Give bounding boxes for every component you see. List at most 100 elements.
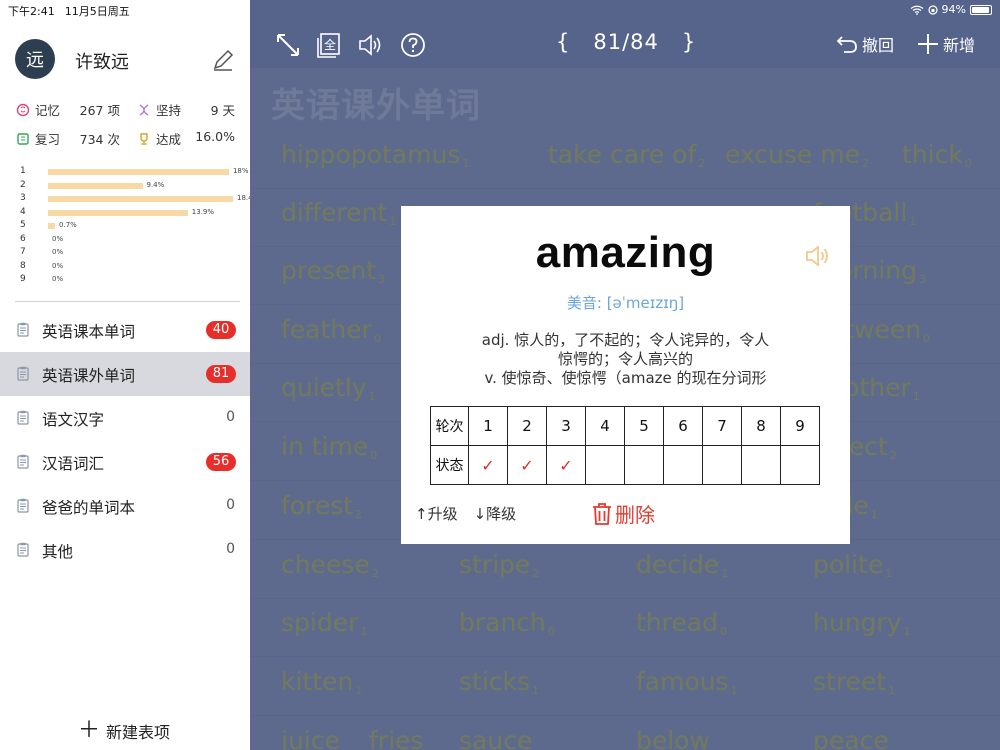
word-tile[interactable]: street 1	[813, 667, 895, 697]
word-tile[interactable]: hungry 1	[813, 608, 910, 638]
pronounce-speaker-icon[interactable]	[804, 243, 832, 269]
histogram-row: 1 18%	[20, 166, 249, 179]
clipboard-icon	[17, 322, 29, 337]
word-tile[interactable]: in time 0	[281, 432, 377, 462]
word-tile[interactable]: excuse me 2	[725, 140, 869, 170]
word-tile[interactable]: juice	[281, 726, 342, 750]
word-tile[interactable]: present 3	[281, 256, 385, 286]
word-text: famous	[636, 667, 729, 696]
word-card: amazing 美音: [əˈmeɪzɪŋ] adj. 惊人的，了不起的；令人诧…	[401, 206, 850, 544]
histogram-row: 8 0%	[20, 261, 245, 274]
word-tile[interactable]: sticks 1	[459, 667, 539, 697]
clipboard-icon	[17, 498, 29, 513]
histogram-level-label: 8	[20, 260, 26, 271]
word-tile[interactable]: feather 0	[281, 315, 381, 345]
histogram-row: 7 0%	[20, 247, 245, 260]
list-item[interactable]: 英语课本单词 40	[0, 308, 250, 352]
word-tile[interactable]: famous 1	[636, 667, 738, 697]
word-tile[interactable]: peace	[813, 726, 891, 750]
state-cell[interactable]	[663, 445, 703, 485]
delete-label: 删除	[615, 503, 655, 527]
word-tile[interactable]: below	[636, 726, 712, 750]
word-tile[interactable]: hippopotamus 1	[281, 140, 469, 170]
add-button[interactable]: 新增	[917, 32, 975, 56]
word-tile[interactable]: decide 1	[636, 550, 728, 580]
word-text: street	[813, 667, 887, 696]
round-cell: 9	[780, 406, 820, 446]
word-tile[interactable]: thick 0	[902, 140, 972, 170]
state-cell[interactable]: ✓	[507, 445, 547, 485]
full-text-icon[interactable]: 全	[316, 32, 342, 58]
word-text: hippopotamus	[281, 140, 461, 169]
word-tile[interactable]: branch 0	[459, 608, 555, 638]
clipboard-icon	[17, 366, 29, 381]
word-level: 0	[719, 625, 727, 638]
undo-button[interactable]: 撤回	[836, 32, 894, 56]
stat-achieve-value: 16.0%	[195, 129, 235, 144]
edit-icon[interactable]	[211, 48, 235, 72]
plus-icon	[918, 34, 938, 54]
word-level: 2	[889, 449, 897, 462]
word-text: take care of	[548, 140, 697, 169]
list-item[interactable]: 英语课外单词 81	[0, 352, 250, 396]
svg-text:全: 全	[324, 37, 336, 52]
word-tile[interactable]: stripe 2	[459, 550, 539, 580]
status-date: 11月5日周五	[64, 5, 130, 18]
clipboard-icon	[17, 542, 29, 557]
word-level: 1	[721, 567, 729, 580]
help-icon[interactable]	[400, 32, 426, 58]
add-label: 新增	[943, 36, 976, 55]
word-tile[interactable]: cheese 2	[281, 550, 379, 580]
state-cell[interactable]	[585, 445, 625, 485]
state-cell[interactable]: ✓	[546, 445, 586, 485]
histogram-level-label: 3	[20, 193, 26, 203]
state-cell[interactable]	[780, 445, 820, 485]
state-header: 状态	[430, 445, 469, 485]
word-tile[interactable]: thread 0	[636, 608, 727, 638]
word-tile[interactable]: polite 1	[813, 550, 892, 580]
expand-icon[interactable]	[275, 32, 301, 58]
histogram-percent: 9.4%	[146, 180, 165, 189]
definition-line: adj. 惊人的，了不起的；令人诧异的，令人	[481, 331, 770, 349]
list-item[interactable]: 语文汉字 0	[0, 396, 250, 440]
list-item-label: 英语课外单词	[42, 367, 136, 385]
round-cell: 5	[624, 406, 664, 446]
user-name: 许致远	[75, 52, 129, 73]
word-tile[interactable]: quietly 1	[281, 373, 376, 403]
clipboard-icon	[17, 410, 29, 425]
downgrade-button[interactable]: ↓降级	[474, 505, 517, 523]
word-tile[interactable]: spider 1	[281, 608, 367, 638]
new-table-button[interactable]: ＋ 新建表项	[78, 719, 170, 743]
count-badge: 81	[206, 365, 236, 383]
upgrade-button[interactable]: ↑升级	[415, 505, 458, 523]
list-item[interactable]: 其他 0	[0, 528, 250, 572]
state-cell[interactable]	[741, 445, 781, 485]
definition-line: 惊愕的；令人高兴的	[557, 350, 693, 368]
list-item[interactable]: 爸爸的单词本 0	[0, 484, 250, 528]
state-cell[interactable]	[624, 445, 664, 485]
word-level: 0	[373, 332, 381, 345]
main-board: 94% 全 { 81/84 } 撤回 新增 英语课外单词 hippopotamu…	[250, 0, 1000, 750]
word-tile[interactable]: different 1	[281, 198, 396, 228]
speaker-icon[interactable]	[357, 32, 383, 58]
state-cell[interactable]	[702, 445, 742, 485]
word-tile[interactable]: sauce	[459, 726, 534, 750]
word-level: 2	[371, 567, 379, 580]
review-book-icon	[16, 132, 30, 146]
avatar[interactable]: 远	[15, 39, 55, 79]
word-tile[interactable]: take care of 2	[548, 140, 705, 170]
row-divider	[250, 188, 1000, 189]
list-item[interactable]: 汉语词汇 56	[0, 440, 250, 484]
level-actions: ↑升级 ↓降级	[415, 503, 532, 524]
word-level: 1	[912, 390, 920, 403]
word-tile[interactable]: forest 2	[281, 491, 362, 521]
list-item-label: 语文汉字	[42, 411, 105, 429]
histogram-row: 5 0.7%	[20, 220, 245, 233]
word-tile[interactable]: kitten 1	[281, 667, 362, 697]
word-counter[interactable]: { 81/84 }	[556, 30, 696, 54]
state-cell[interactable]: ✓	[468, 445, 508, 485]
brain-icon	[16, 103, 30, 117]
delete-button[interactable]: 删除	[591, 499, 655, 528]
histogram-level-label: 2	[20, 179, 26, 190]
word-tile[interactable]: fries	[369, 726, 425, 750]
